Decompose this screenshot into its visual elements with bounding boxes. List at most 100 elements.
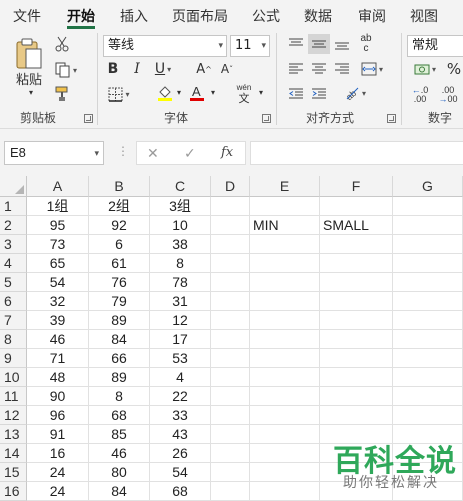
row-header[interactable]: 15 — [0, 463, 27, 482]
cell-c5[interactable]: 78 — [150, 273, 211, 292]
cancel-icon[interactable]: ✕ — [147, 145, 159, 162]
cell-c12[interactable]: 33 — [150, 406, 211, 425]
column-header-f[interactable]: F — [320, 176, 393, 197]
cell-e8[interactable] — [250, 330, 320, 349]
cell-d1[interactable] — [211, 197, 250, 216]
cell-e10[interactable] — [250, 368, 320, 387]
insert-function-icon[interactable]: fx — [221, 145, 233, 160]
cell-c9[interactable]: 53 — [150, 349, 211, 368]
column-header-c[interactable]: C — [150, 176, 211, 197]
cell-g4[interactable] — [393, 254, 463, 273]
tab-formulas[interactable]: 公式 — [252, 6, 280, 26]
cell-a2[interactable]: 95 — [27, 216, 89, 235]
cell-f12[interactable] — [320, 406, 393, 425]
align-bottom-icon[interactable] — [332, 35, 352, 53]
cell-e12[interactable] — [250, 406, 320, 425]
align-center-icon[interactable] — [309, 60, 329, 78]
cell-g10[interactable] — [393, 368, 463, 387]
increase-font-size-icon[interactable]: A ^ — [195, 59, 213, 79]
cell-f10[interactable] — [320, 368, 393, 387]
cell-d2[interactable] — [211, 216, 250, 235]
cell-b1[interactable]: 2组 — [89, 197, 150, 216]
cell-e5[interactable] — [250, 273, 320, 292]
column-header-g[interactable]: G — [393, 176, 463, 197]
row-header[interactable]: 7 — [0, 311, 27, 330]
tab-home[interactable]: 开始 — [67, 6, 95, 26]
increase-decimal-icon[interactable]: ←.0 .00 — [408, 83, 432, 107]
cell-a8[interactable]: 46 — [27, 330, 89, 349]
cell-b3[interactable]: 6 — [89, 235, 150, 254]
cell-a1[interactable]: 1组 — [27, 197, 89, 216]
tab-review[interactable]: 审阅 — [358, 6, 386, 26]
cell-c14[interactable]: 26 — [150, 444, 211, 463]
tab-view[interactable]: 视图 — [410, 6, 438, 26]
cell-c13[interactable]: 43 — [150, 425, 211, 444]
decrease-indent-icon[interactable] — [286, 85, 306, 103]
cell-e9[interactable] — [250, 349, 320, 368]
cell-a11[interactable]: 90 — [27, 387, 89, 406]
cell-d4[interactable] — [211, 254, 250, 273]
cell-f6[interactable] — [320, 292, 393, 311]
cell-d7[interactable] — [211, 311, 250, 330]
cell-a13[interactable]: 91 — [27, 425, 89, 444]
row-header[interactable]: 13 — [0, 425, 27, 444]
phonetic-guide-icon[interactable]: wén 文 — [233, 81, 255, 105]
cell-g7[interactable] — [393, 311, 463, 330]
name-box[interactable]: E8 ▾ — [4, 141, 104, 165]
font-color-dropdown-icon[interactable]: ▾ — [208, 85, 218, 99]
cell-b6[interactable]: 79 — [89, 292, 150, 311]
cell-a4[interactable]: 65 — [27, 254, 89, 273]
cell-e7[interactable] — [250, 311, 320, 330]
cell-g11[interactable] — [393, 387, 463, 406]
cell-f1[interactable] — [320, 197, 393, 216]
cell-g5[interactable] — [393, 273, 463, 292]
cell-c6[interactable]: 31 — [150, 292, 211, 311]
italic-icon[interactable]: I — [128, 59, 146, 79]
row-header[interactable]: 4 — [0, 254, 27, 273]
column-header-d[interactable]: D — [211, 176, 250, 197]
accounting-format-icon[interactable]: ▾ — [408, 60, 442, 78]
cell-a9[interactable]: 71 — [27, 349, 89, 368]
formula-bar-grip-icon[interactable]: ⋮ — [117, 144, 129, 158]
borders-icon[interactable]: ▾ — [104, 84, 134, 104]
font-size-select[interactable]: 11 ▾ — [230, 35, 270, 57]
cell-e6[interactable] — [250, 292, 320, 311]
row-header[interactable]: 10 — [0, 368, 27, 387]
cell-f7[interactable] — [320, 311, 393, 330]
format-painter-icon[interactable] — [52, 85, 72, 103]
fill-color-dropdown-icon[interactable]: ▾ — [174, 85, 184, 99]
select-all-button[interactable] — [0, 176, 27, 197]
row-header[interactable]: 16 — [0, 482, 27, 501]
cell-c10[interactable]: 4 — [150, 368, 211, 387]
font-name-select[interactable]: 等线 ▾ — [103, 35, 227, 57]
cell-d6[interactable] — [211, 292, 250, 311]
cell-a3[interactable]: 73 — [27, 235, 89, 254]
cell-b8[interactable]: 84 — [89, 330, 150, 349]
cell-f3[interactable] — [320, 235, 393, 254]
tab-file[interactable]: 文件 — [13, 6, 41, 26]
cell-b10[interactable]: 89 — [89, 368, 150, 387]
cell-g9[interactable] — [393, 349, 463, 368]
row-header[interactable]: 6 — [0, 292, 27, 311]
align-left-icon[interactable] — [286, 60, 306, 78]
cell-b5[interactable]: 76 — [89, 273, 150, 292]
cell-c11[interactable]: 22 — [150, 387, 211, 406]
cell-d9[interactable] — [211, 349, 250, 368]
wrap-text-icon[interactable]: ab c — [356, 33, 376, 55]
row-header[interactable]: 11 — [0, 387, 27, 406]
paste-dropdown-icon[interactable]: ▾ — [26, 87, 36, 97]
cell-f8[interactable] — [320, 330, 393, 349]
cell-d16[interactable] — [211, 482, 250, 501]
cell-g8[interactable] — [393, 330, 463, 349]
cell-e13[interactable] — [250, 425, 320, 444]
cell-b15[interactable]: 80 — [89, 463, 150, 482]
cell-d13[interactable] — [211, 425, 250, 444]
row-header[interactable]: 3 — [0, 235, 27, 254]
paste-icon[interactable] — [10, 35, 48, 73]
clipboard-launcher-icon[interactable] — [84, 114, 93, 123]
column-header-b[interactable]: B — [89, 176, 150, 197]
phonetic-dropdown-icon[interactable]: ▾ — [256, 85, 266, 99]
cell-b11[interactable]: 8 — [89, 387, 150, 406]
bold-icon[interactable]: B — [104, 59, 122, 79]
cell-e2[interactable]: MIN — [250, 216, 320, 235]
